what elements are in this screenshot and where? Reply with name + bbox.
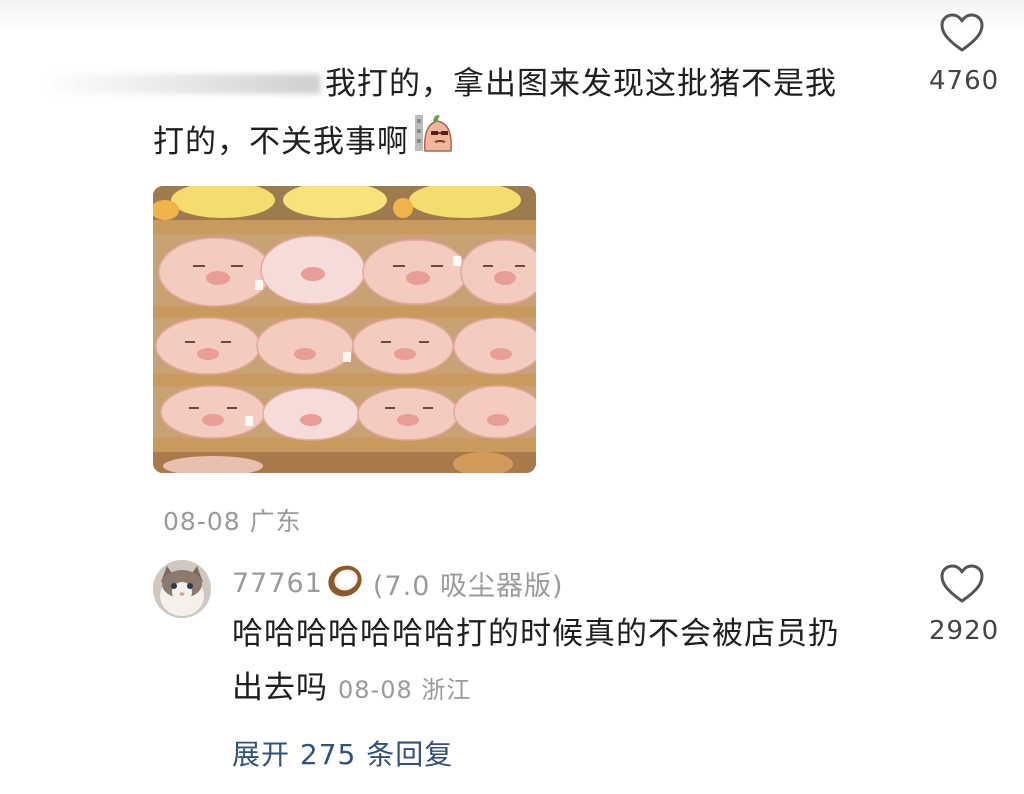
reply-header: 77761 (7.0 吸尘器版)	[232, 562, 564, 605]
comment-location: 广东	[249, 507, 302, 536]
comment-text: 我打的，拿出图来发现这批猪不是我 打的，不关我事啊	[153, 57, 893, 172]
comment-date: 08-08	[163, 507, 241, 536]
coconut-icon	[325, 562, 365, 605]
comment-meta: 08-08 广东	[163, 502, 302, 538]
reply-like-count: 2920	[929, 616, 1000, 646]
reply-username[interactable]: 77761	[232, 568, 323, 599]
reply-like-button[interactable]	[940, 563, 984, 605]
reply-line-2: 出去吗	[232, 670, 328, 706]
heart-icon	[940, 13, 984, 52]
expand-replies-button[interactable]: 展开 275 条回复	[232, 733, 453, 773]
reply-location: 浙江	[421, 676, 472, 704]
like-count: 4760	[929, 66, 1000, 96]
like-button[interactable]	[940, 12, 984, 54]
comment-line-1: 我打的，拿出图来发现这批猪不是我	[325, 66, 837, 102]
top-fade	[0, 0, 1024, 30]
reply-line-1: 哈哈哈哈哈哈哈打的时候真的不会被店员扔	[232, 616, 840, 652]
sticker-icon	[413, 111, 457, 172]
reply-device: (7.0 吸尘器版)	[372, 571, 564, 602]
comment-photo[interactable]	[153, 186, 536, 473]
reply-date: 08-08	[338, 676, 413, 704]
heart-icon	[940, 564, 984, 603]
reply-meta: 08-08 浙江	[338, 663, 471, 717]
avatar[interactable]	[153, 560, 211, 618]
comment-line-2: 打的，不关我事啊	[153, 123, 409, 160]
reply-text: 哈哈哈哈哈哈哈打的时候真的不会被店员扔 出去吗 08-08 浙江	[232, 607, 912, 717]
